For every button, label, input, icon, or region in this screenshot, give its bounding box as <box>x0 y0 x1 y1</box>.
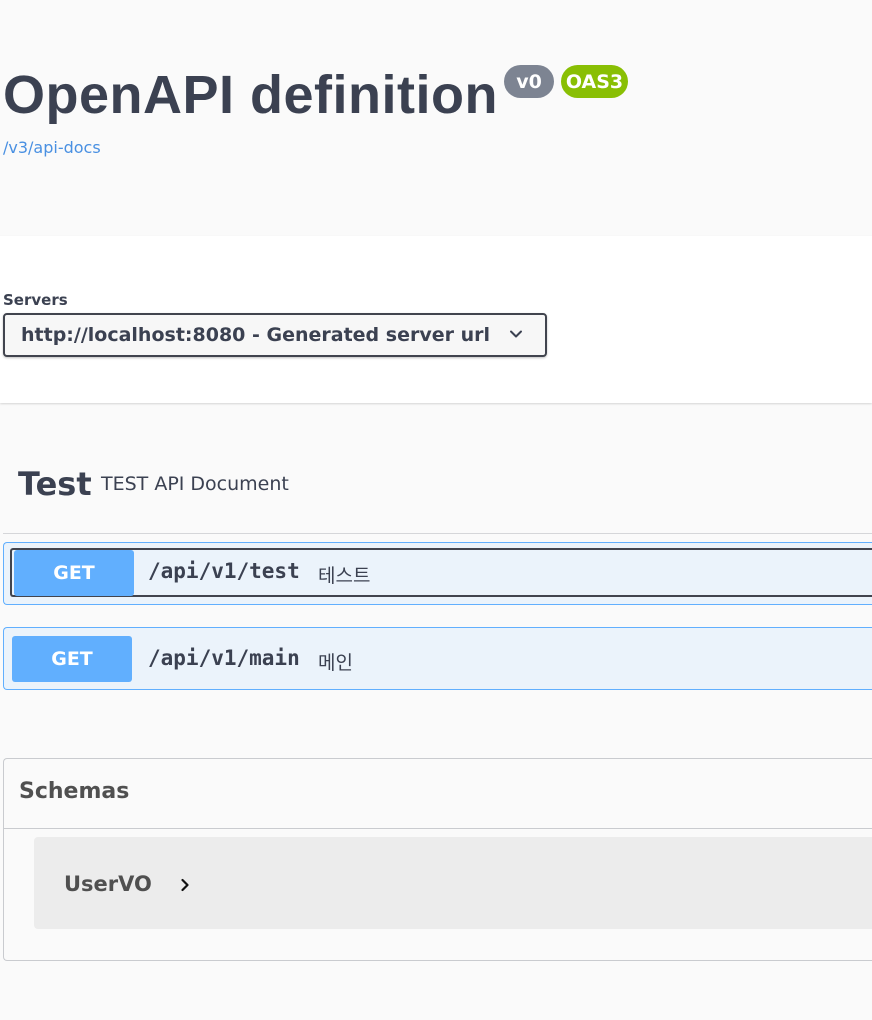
tag-description: TEST API Document <box>101 473 289 495</box>
version-badge: v0 <box>504 65 554 98</box>
page-title: OpenAPI definition <box>3 65 498 125</box>
servers-label: Servers <box>3 291 68 309</box>
info-section: OpenAPI definition v0 OAS3 /v3/api-docs <box>0 0 872 236</box>
method-badge: GET <box>14 550 134 596</box>
method-badge: GET <box>12 636 132 682</box>
api-docs-link[interactable]: /v3/api-docs <box>3 138 101 157</box>
server-select-value: http://localhost:8080 - Generated server… <box>21 324 490 346</box>
operation-path: /api/v1/main <box>148 646 300 670</box>
servers-section: Servers http://localhost:8080 - Generate… <box>0 236 872 403</box>
operation-path: /api/v1/test <box>148 559 300 583</box>
operation-summary-text: 메인 <box>318 652 353 674</box>
model-uservo[interactable]: UserVO <box>34 837 872 929</box>
server-select[interactable]: http://localhost:8080 - Generated server… <box>3 313 547 357</box>
chevron-right-icon[interactable] <box>178 878 192 892</box>
operation-get-test[interactable]: GET /api/v1/test 테스트 <box>3 542 872 605</box>
model-name: UserVO <box>64 872 152 896</box>
schemas-section: Schemas UserVO <box>3 758 872 961</box>
operation-summary[interactable]: GET /api/v1/test 테스트 <box>10 548 872 597</box>
chevron-down-icon <box>510 330 522 338</box>
operation-summary-text: 테스트 <box>318 565 371 587</box>
oas-badge: OAS3 <box>561 65 628 98</box>
schemas-header[interactable]: Schemas <box>4 759 872 829</box>
operation-get-main[interactable]: GET /api/v1/main 메인 <box>3 627 872 690</box>
tag-name: Test <box>18 465 92 503</box>
schemas-title: Schemas <box>19 779 130 804</box>
tag-header-test[interactable]: Test TEST API Document <box>3 460 872 534</box>
